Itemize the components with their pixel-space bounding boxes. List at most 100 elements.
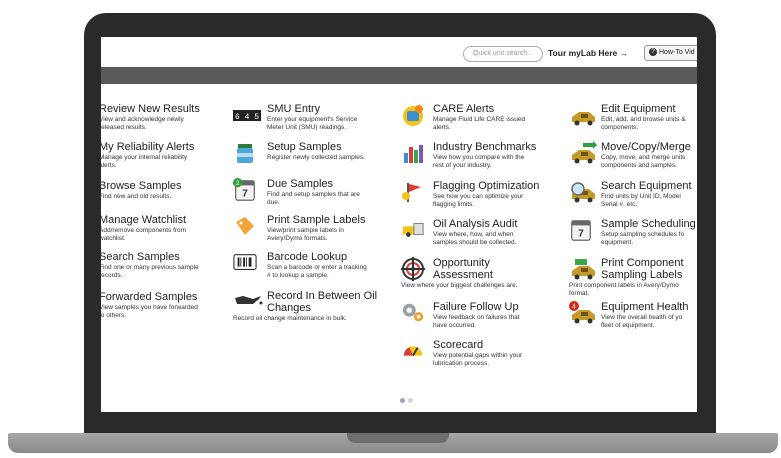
menu-item-title[interactable]: Browse Samples bbox=[101, 180, 182, 192]
svg-text:4: 4 bbox=[572, 304, 576, 311]
magnifier-truck-icon bbox=[569, 180, 595, 204]
menu-item-description: Manage your internal reliabilityalerts. bbox=[101, 154, 194, 170]
help-icon: ? bbox=[649, 48, 657, 57]
description-line: equipment. bbox=[601, 239, 634, 246]
description-line: Serial #, etc. bbox=[601, 201, 638, 208]
menu-item-title[interactable]: Oil Analysis Audit bbox=[433, 218, 517, 230]
barcode-icon bbox=[233, 251, 257, 275]
smu-counter-icon: 6 4 5 bbox=[233, 103, 261, 127]
menu-item-description: View samples you have forwarded to others… bbox=[101, 304, 198, 320]
menu-item-title[interactable]: Manage Watchlist bbox=[101, 214, 186, 226]
bar-chart-icon bbox=[401, 141, 425, 165]
menu-item-title[interactable]: Forwarded Samples bbox=[101, 291, 198, 303]
calendar-icon: 7 bbox=[569, 218, 593, 242]
description-line: Avery/Dymo formats. bbox=[267, 235, 328, 242]
description-line: Find and setup samples that are bbox=[267, 191, 360, 198]
menu-item-description: View potential gaps within your lubricati… bbox=[433, 352, 522, 368]
menu-item-title[interactable]: SMU Entry bbox=[267, 103, 357, 115]
description-line: alerts. bbox=[101, 162, 117, 169]
description-line: Manage your internal reliability bbox=[101, 154, 188, 161]
menu-item-title[interactable]: Due Samples bbox=[267, 178, 360, 190]
svg-text:2: 2 bbox=[236, 180, 240, 187]
description-line: fleet of equipment. bbox=[601, 322, 655, 329]
menu-item-title[interactable]: Move/Copy/Merge bbox=[601, 141, 691, 153]
menu-item-title[interactable]: Search Samples bbox=[101, 251, 199, 263]
gauge-icon bbox=[401, 339, 425, 363]
gears-icon bbox=[401, 301, 425, 325]
description-line: View samples you have forwarded bbox=[101, 304, 198, 311]
menu-item-description: View/print sample labels in Avery/Dymo fo… bbox=[267, 227, 365, 243]
care-alert-icon bbox=[401, 103, 425, 127]
menu-item-title[interactable]: CARE Alerts bbox=[433, 103, 525, 115]
description-line: View feedback on failures that bbox=[433, 314, 520, 321]
description-line: Register newly collected samples. bbox=[267, 154, 365, 161]
menu-item-title[interactable]: Print Component bbox=[601, 257, 684, 269]
truck-icon bbox=[569, 103, 595, 127]
description-line: Add/remove components from bbox=[101, 227, 187, 234]
svg-text:7: 7 bbox=[578, 228, 584, 239]
description-line: components. bbox=[601, 124, 639, 131]
menu-item-description: Scan a barcode or enter a tracking # to l… bbox=[267, 264, 367, 280]
menu-item-description: Find new and old results. bbox=[101, 193, 182, 201]
how-to-videos-button[interactable]: ? How-To Vid bbox=[644, 45, 697, 61]
menu-item-title-line2[interactable]: Assessment bbox=[433, 269, 518, 281]
menu-item-title-line2[interactable]: Sampling Labels bbox=[601, 269, 684, 281]
menu-item-description: Add/remove components from watchlist. bbox=[101, 227, 186, 243]
description-line: Edit, add, and browse units & bbox=[601, 116, 686, 123]
nav-bar bbox=[101, 67, 697, 84]
description-line: Copy, move, and merge units bbox=[601, 154, 686, 161]
target-icon bbox=[401, 257, 425, 281]
laptop-notch bbox=[347, 433, 449, 443]
menu-item-description: Find units by Unit ID, Model Serial #, et… bbox=[601, 193, 692, 209]
description-line: Find new and old results. bbox=[101, 193, 172, 200]
description-line: rest of your industry. bbox=[433, 162, 492, 169]
menu-item-title[interactable]: Review New Results bbox=[101, 103, 200, 115]
oil-can-icon bbox=[233, 290, 263, 314]
menu-item-title[interactable]: Barcode Lookup bbox=[267, 251, 367, 263]
menu-item-description: View and acknowledge newly released resul… bbox=[101, 116, 200, 132]
description-line: View the overall health of yo bbox=[601, 314, 683, 321]
tour-mylab-link[interactable]: Tour myLab Here → bbox=[548, 48, 628, 58]
description-line: components and samples. bbox=[601, 162, 677, 169]
menu-item-title-line2[interactable]: Changes bbox=[267, 302, 377, 314]
menu-item-description: View the overall health of yo fleet of eq… bbox=[601, 314, 688, 330]
description-line: to others. bbox=[101, 312, 127, 319]
menu-item-title[interactable]: Opportunity bbox=[433, 257, 518, 269]
menu-item-title[interactable]: Equipment Health bbox=[601, 301, 688, 313]
quick-unit-search-input[interactable]: Quick unit search... bbox=[463, 46, 543, 62]
menu-item-title[interactable]: Record In Between Oil bbox=[267, 290, 377, 302]
menu-item-title[interactable]: Edit Equipment bbox=[601, 103, 686, 115]
page-dot-1[interactable] bbox=[400, 398, 405, 403]
menu-item-description: See how you can optimize your flagging li… bbox=[433, 193, 539, 209]
menu-item-title[interactable]: Print Sample Labels bbox=[267, 214, 365, 226]
audit-icon bbox=[401, 218, 425, 242]
description-line: Print component labels in Avery/Dymo bbox=[569, 282, 679, 289]
menu-item-description: Find one or many previous sample records. bbox=[101, 264, 199, 280]
menu-item-title[interactable]: Failure Follow Up bbox=[433, 301, 520, 313]
menu-item-description: Print component labels in Avery/Dymo form… bbox=[569, 282, 684, 298]
description-line: View how you compare with the bbox=[433, 154, 525, 161]
flag-icon bbox=[401, 180, 425, 204]
menu-item-description: Manage Fluid Life CARE issued alerts. bbox=[433, 116, 525, 132]
menu-item-title[interactable]: Flagging Optimization bbox=[433, 180, 539, 192]
menu-item-title[interactable]: Search Equipment bbox=[601, 180, 692, 192]
description-line: alerts. bbox=[433, 124, 451, 131]
description-line: # to lookup a sample. bbox=[267, 272, 329, 279]
menu-item-title[interactable]: My Reliability Alerts bbox=[101, 141, 194, 153]
menu-item-title[interactable]: Sample Scheduling bbox=[601, 218, 696, 230]
menu-item-description: View where, how, and when samples should … bbox=[433, 231, 517, 247]
menu-item-description: View where your biggest challenges are. bbox=[401, 282, 518, 290]
description-line: lubrication process. bbox=[433, 360, 489, 367]
menu-item-title[interactable]: Industry Benchmarks bbox=[433, 141, 536, 153]
menu-item-description: Enter your equipment's Service Meter Unit… bbox=[267, 116, 357, 132]
menu-item-title[interactable]: Setup Samples bbox=[267, 141, 365, 153]
description-line: View where your biggest challenges are. bbox=[401, 282, 518, 289]
description-line: View where, how, and when bbox=[433, 231, 514, 238]
menu-item-title[interactable]: Scorecard bbox=[433, 339, 522, 351]
svg-text:6 4 5: 6 4 5 bbox=[235, 113, 259, 122]
menu-item-description: Copy, move, and merge units components an… bbox=[601, 154, 691, 170]
menu-item-description: View how you compare with the rest of you… bbox=[433, 154, 536, 170]
description-line: flagging limits. bbox=[433, 201, 475, 208]
page-dot-2[interactable] bbox=[408, 398, 413, 403]
how-to-label: How-To Vid bbox=[659, 49, 695, 56]
